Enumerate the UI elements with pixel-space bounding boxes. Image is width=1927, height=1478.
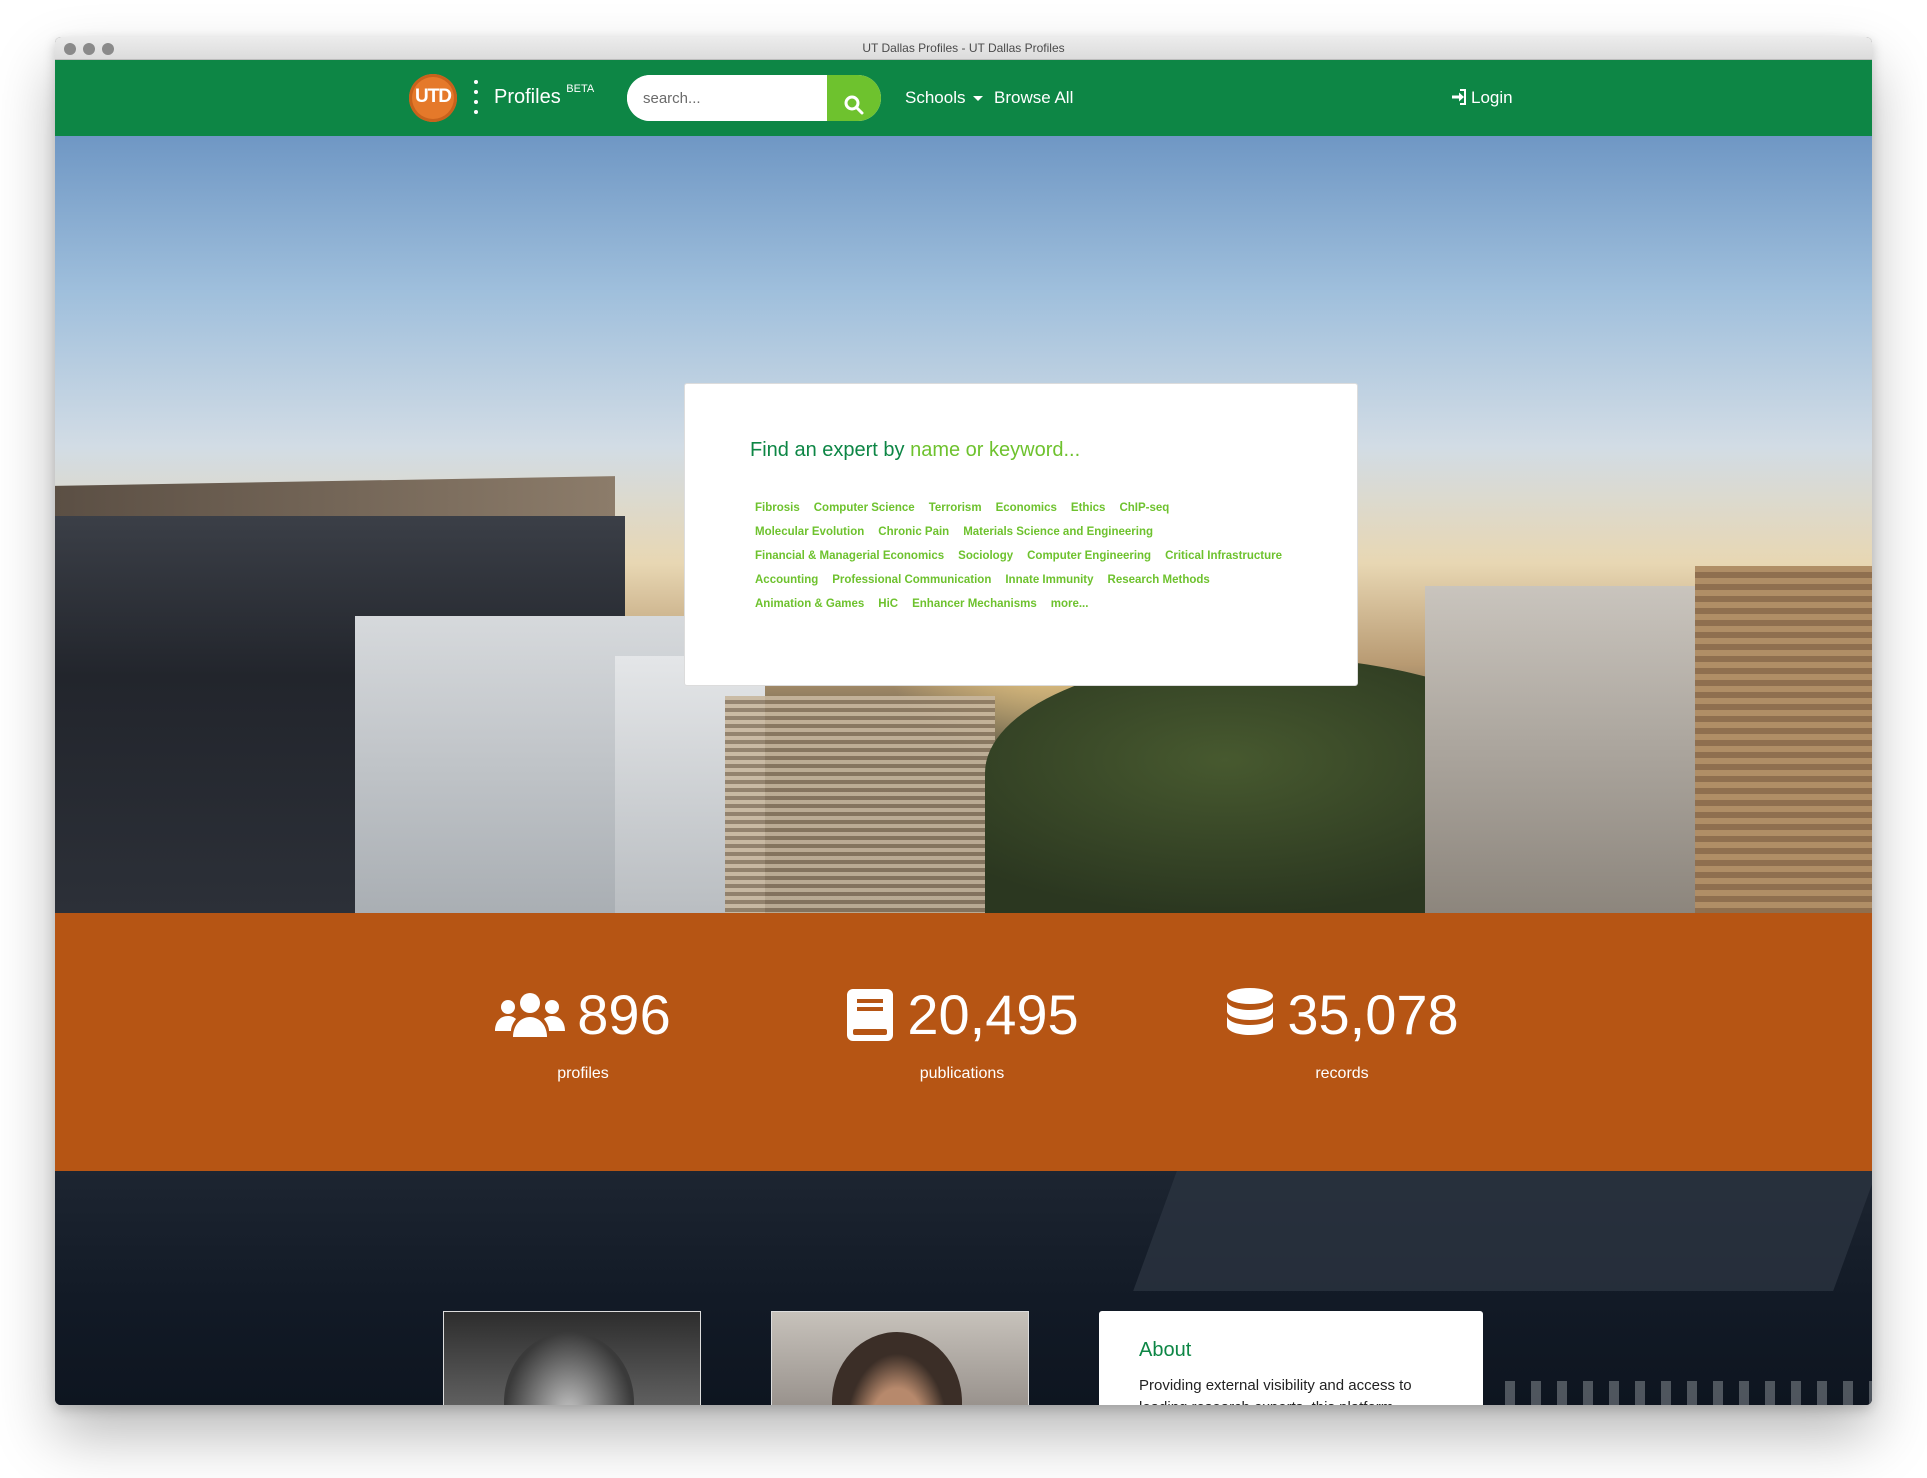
stats-band: 896 profiles 20,495 publications 35,078 …	[55, 913, 1872, 1171]
tag-row: Financial & Managerial Economics Sociolog…	[755, 546, 1315, 570]
keyword-tags: Fibrosis Computer Science Terrorism Economi…	[755, 498, 1315, 618]
records-count: 35,078	[1287, 983, 1459, 1046]
login-label: Login	[1471, 88, 1513, 107]
keyword-tag[interactable]: Enhancer Mechanisms	[912, 598, 1037, 610]
about-text: Providing external visibility and access…	[1139, 1377, 1412, 1405]
keyword-tag[interactable]: Fibrosis	[755, 502, 800, 514]
stat-profiles: 896 profiles	[403, 985, 763, 1083]
search-box	[627, 75, 881, 121]
navbar: UTD Profiles BETA Schools Browse All Log…	[55, 60, 1872, 136]
title-bar: UT Dallas Profiles - UT Dallas Profiles	[55, 37, 1872, 60]
featured-profile-card[interactable]	[443, 1311, 701, 1405]
keyword-tag[interactable]: Economics	[996, 502, 1057, 514]
keyword-tag[interactable]: Materials Science and Engineering	[963, 526, 1153, 538]
profiles-label: profiles	[557, 1065, 609, 1082]
building-center-louvers	[725, 696, 995, 913]
schools-dropdown[interactable]: Schools	[905, 88, 984, 108]
search-button[interactable]	[827, 75, 881, 121]
search-input[interactable]	[627, 75, 843, 121]
keyword-tag[interactable]: Professional Communication	[832, 574, 991, 586]
users-icon	[495, 993, 566, 1037]
stat-records: 35,078 records	[1162, 985, 1522, 1083]
heading-keyword: name or keyword...	[910, 439, 1081, 461]
tag-row: Molecular Evolution Chronic Pain Materials…	[755, 522, 1315, 546]
browse-all-link[interactable]: Browse All	[994, 88, 1073, 108]
keyword-tag[interactable]: Computer Engineering	[1027, 550, 1151, 562]
browser-window: UT Dallas Profiles - UT Dallas Profiles …	[55, 37, 1872, 1405]
profiles-count: 896	[577, 983, 671, 1046]
login-link[interactable]: Login	[1451, 88, 1513, 108]
keyword-tag[interactable]: Research Methods	[1108, 574, 1210, 586]
keyword-tag[interactable]: Terrorism	[929, 502, 982, 514]
about-card: About Providing external visibility and …	[1099, 1311, 1483, 1405]
keyword-tag[interactable]: ChIP-seq	[1119, 502, 1169, 514]
profile-photo	[504, 1332, 634, 1405]
search-icon	[844, 95, 864, 114]
records-label: records	[1315, 1065, 1369, 1082]
database-icon	[1227, 988, 1274, 1035]
logo-divider-dots	[474, 80, 478, 116]
profile-photo	[832, 1332, 962, 1405]
building-right-brick	[1695, 566, 1872, 913]
keyword-tag[interactable]: Computer Science	[814, 502, 915, 514]
sign-in-icon	[1452, 89, 1466, 105]
background-building	[1133, 1171, 1872, 1291]
schools-label: Schools	[905, 88, 966, 107]
beta-badge: BETA	[566, 83, 595, 96]
about-title: About	[1139, 1339, 1192, 1361]
brand-name: Profiles	[494, 86, 561, 108]
keyword-tag[interactable]: Molecular Evolution	[755, 526, 864, 538]
keyword-tag[interactable]: Sociology	[958, 550, 1013, 562]
keyword-tag[interactable]: Chronic Pain	[878, 526, 949, 538]
publications-count: 20,495	[907, 983, 1079, 1046]
tag-row: Accounting Professional Communication Inna…	[755, 570, 1315, 594]
featured-profile-card[interactable]	[771, 1311, 1029, 1405]
heading-prefix: Find an expert by	[750, 439, 905, 461]
publications-label: publications	[919, 1065, 1005, 1082]
background-fence	[1505, 1381, 1872, 1405]
stat-publications: 20,495 publications	[782, 985, 1142, 1083]
chevron-down-icon	[973, 96, 984, 102]
logo-text: UTD	[414, 86, 452, 107]
tag-row: Fibrosis Computer Science Terrorism Economi…	[755, 498, 1315, 522]
keyword-tag[interactable]: Critical Infrastructure	[1165, 550, 1282, 562]
keyword-tag[interactable]: Animation & Games	[755, 598, 864, 610]
featured-section: About Providing external visibility and …	[55, 1171, 1872, 1405]
book-icon	[847, 989, 894, 1041]
keyword-tag[interactable]: Innate Immunity	[1005, 574, 1093, 586]
tag-row: Animation & Games HiC Enhancer Mechanisms m…	[755, 594, 1315, 618]
brand-link[interactable]: Profiles BETA	[494, 83, 595, 109]
utd-logo[interactable]: UTD	[409, 74, 457, 122]
more-tags-link[interactable]: more...	[1051, 598, 1089, 610]
keyword-tag[interactable]: Financial & Managerial Economics	[755, 550, 944, 562]
expert-search-card: Find an expert by name or keyword... Fib…	[684, 383, 1358, 686]
keyword-tag[interactable]: HiC	[878, 598, 898, 610]
keyword-tag[interactable]: Ethics	[1071, 502, 1106, 514]
expert-heading: Find an expert by name or keyword...	[750, 439, 1080, 462]
window-title: UT Dallas Profiles - UT Dallas Profiles	[862, 41, 1065, 55]
keyword-tag[interactable]: Accounting	[755, 574, 818, 586]
